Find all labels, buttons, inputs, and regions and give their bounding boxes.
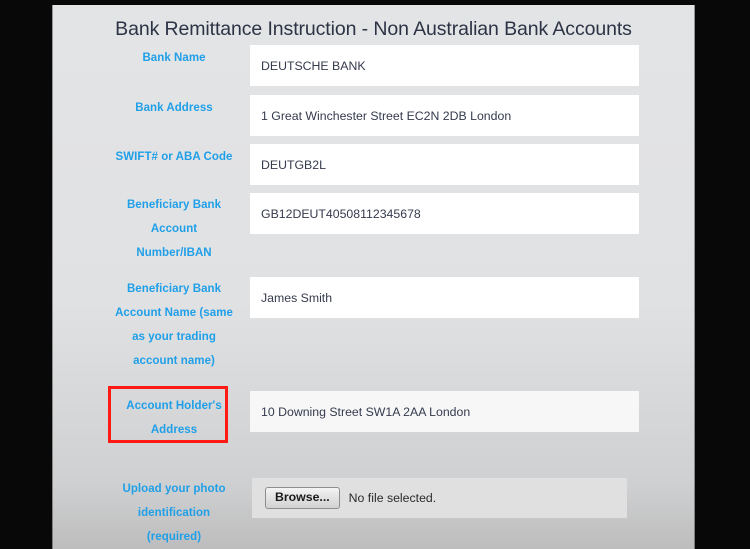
field-label-line: Account Holder's (126, 400, 222, 412)
field-label-line: as your trading (132, 331, 216, 343)
field-input-swift-aba-code[interactable]: DEUTGB2L (250, 144, 639, 185)
field-label-bank-address: Bank Address (104, 96, 244, 120)
field-input-bank-name[interactable]: DEUTSCHE BANK (250, 45, 639, 86)
field-label-line: Bank Address (135, 102, 213, 114)
field-label-line: Account (150, 223, 198, 235)
field-label-line: Bank Name (142, 52, 206, 64)
panel-left-edge (52, 5, 53, 549)
upload-label-line: Upload your photo (122, 483, 226, 495)
field-label-beneficiary-account-number: Beneficiary Bank Account Number/IBAN (104, 193, 244, 265)
field-label-swift-aba-code: SWIFT# or ABA Code (104, 145, 244, 169)
field-input-account-holder-address[interactable]: 10 Downing Street SW1A 2AA London (250, 391, 639, 432)
field-label-line: account name) (133, 355, 215, 367)
field-label-line: Beneficiary Bank (126, 199, 222, 211)
field-input-beneficiary-account-name[interactable]: James Smith (250, 277, 639, 318)
screenshot-root: Bank Remittance Instruction - Non Austra… (0, 0, 750, 549)
browse-button[interactable]: Browse... (265, 487, 340, 509)
upload-label-line: (required) (146, 531, 202, 543)
field-label-bank-name: Bank Name (104, 46, 244, 70)
upload-photo-id-label: Upload your photo identification (required… (104, 477, 244, 549)
field-input-beneficiary-account-number[interactable]: GB12DEUT40508112345678 (250, 193, 639, 234)
page-title: Bank Remittance Instruction - Non Austra… (115, 18, 632, 40)
panel-right-edge (694, 5, 695, 549)
field-label-line: Number/IBAN (136, 247, 212, 259)
field-label-line: SWIFT# or ABA Code (115, 151, 233, 163)
field-label-beneficiary-account-name: Beneficiary Bank Account Name (same as you… (104, 277, 244, 373)
field-label-line: Beneficiary Bank (126, 283, 222, 295)
field-label-line: Account Name (same (115, 307, 233, 319)
field-label-line: Address (150, 424, 198, 436)
form-page-panel: Bank Remittance Instruction - Non Austra… (52, 5, 695, 549)
field-label-account-holder-address: Account Holder's Address (104, 394, 244, 442)
field-input-bank-address[interactable]: 1 Great Winchester Street EC2N 2DB Londo… (250, 95, 639, 136)
upload-label-line: identification (137, 507, 211, 519)
file-upload-field[interactable]: Browse... No file selected. (252, 478, 627, 518)
file-selection-status: No file selected. (348, 491, 437, 505)
